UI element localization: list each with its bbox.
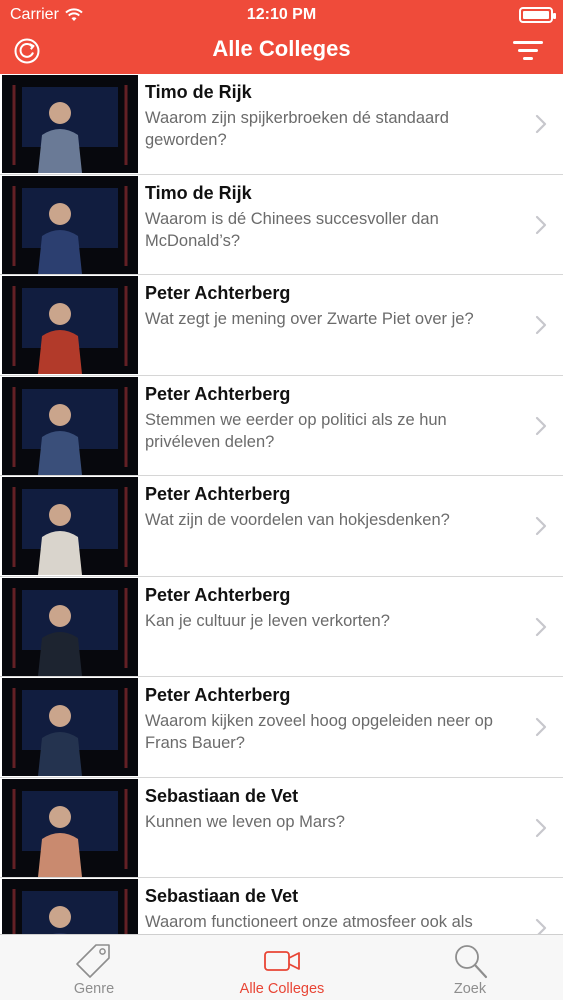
speaker-name: Timo de Rijk [145,182,252,203]
search-icon [455,945,488,979]
battery-icon [519,7,556,23]
lecture-question: Kunnen we leven op Mars? [145,812,345,831]
list-item[interactable]: Peter Achterberg Waarom kijken zoveel hoo… [0,677,563,778]
lecture-question: Wat zijn de voordelen van hokjesdenken? [145,511,450,529]
tab-alle-colleges[interactable]: Alle Colleges [188,935,376,1000]
lecture-thumbnail [2,75,138,173]
list-item[interactable]: Peter Achterberg Wat zegt je mening over … [0,275,563,376]
lecture-list: Timo de Rijk Waarom zijn spijkerbroeken d… [0,74,563,934]
chevron-right-icon [535,717,547,737]
speaker-name: Sebastiaan de Vet [145,785,299,806]
lecture-question: Waarom is dé Chinees succesvoller dan Mc… [145,209,439,250]
speaker-name: Peter Achterberg [145,484,291,504]
chevron-right-icon [535,617,547,636]
app-header: Carrier 12:10 PM Alle Colleges [0,0,563,74]
list-item[interactable]: Peter Achterberg Stemmen we eerder op pol… [0,376,563,476]
lecture-question: Wat zegt je mening over Zwarte Piet over… [145,310,474,328]
speaker-name: Timo de Rijk [145,82,252,102]
speaker-name: Peter Achterberg [145,383,291,404]
status-time: 12:10 PM [246,6,317,23]
list-item[interactable]: Timo de Rijk Waarom zijn spijkerbroeken d… [0,74,563,175]
lecture-thumbnail [2,276,138,374]
filter-icon[interactable] [513,39,543,63]
tab-zoek-label: Zoek [453,981,487,997]
chevron-right-icon [535,516,547,536]
lecture-question: Waarom functioneert onze atmosfeer ook a… [145,913,473,931]
page-title: Alle Colleges [212,36,351,61]
tab-genre-label: Genre [73,981,115,997]
chevron-right-icon [535,918,547,934]
lecture-question: Stemmen we eerder op politici als ze hun… [145,410,447,451]
speaker-name: Peter Achterberg [145,584,291,605]
tab-bar: Genre Alle Colleges Zoek [0,934,563,1000]
list-item[interactable]: Timo de Rijk Waarom is dé Chinees succesv… [0,175,563,275]
tag-icon [76,944,110,978]
lecture-thumbnail [2,879,138,934]
navigation-bar: Alle Colleges [0,28,563,72]
speaker-name: Sebastiaan de Vet [145,886,299,906]
chevron-right-icon [535,315,547,335]
lecture-thumbnail [2,678,138,776]
list-item[interactable]: Sebastiaan de Vet Waarom functioneert onz… [0,878,563,934]
lecture-question: Waarom zijn spijkerbroeken dé standaard … [145,109,449,149]
list-item[interactable]: Peter Achterberg Wat zijn de voordelen va… [0,476,563,577]
lecture-thumbnail [2,477,138,575]
lecture-thumbnail [2,376,138,475]
lecture-thumbnail [2,175,138,274]
list-item[interactable]: Sebastiaan de Vet Kunnen we leven op Mars… [0,778,563,878]
list-item[interactable]: Peter Achterberg Kan je cultuur je leven … [0,577,563,677]
tab-genre[interactable]: Genre [0,935,188,1000]
lecture-question: Waarom kijken zoveel hoog opgeleiden nee… [145,712,493,752]
status-bar: Carrier 12:10 PM [0,4,563,26]
lecture-question: Kan je cultuur je leven verkorten? [145,611,390,630]
chevron-right-icon [535,114,547,134]
chevron-right-icon [535,818,547,837]
chevron-right-icon [535,416,547,435]
chevron-right-icon [535,215,547,234]
tab-alle-colleges-label: Alle Colleges [239,981,325,997]
lecture-thumbnail [2,778,138,877]
video-camera-icon [264,951,300,971]
tab-zoek[interactable]: Zoek [376,935,563,1000]
lecture-thumbnail [2,577,138,676]
speaker-name: Peter Achterberg [145,685,291,705]
speaker-name: Peter Achterberg [145,283,291,303]
